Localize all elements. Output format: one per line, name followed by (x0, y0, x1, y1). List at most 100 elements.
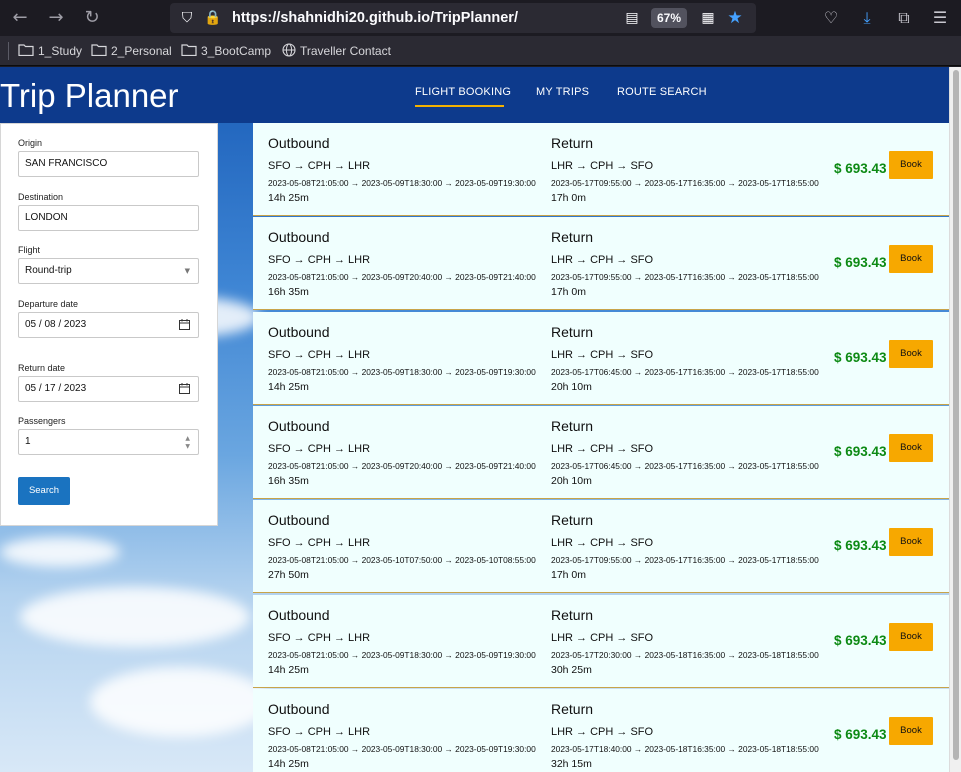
return-heading: Return (551, 606, 594, 623)
search-form: Origin SAN FRANCISCO Destination LONDON … (0, 123, 218, 526)
return-heading: Return (551, 135, 594, 151)
return-times: 2023-05-17T06:45:00 → 2023-05-17T16:35:0… (551, 460, 819, 471)
back-icon[interactable]: ← (8, 6, 32, 30)
book-button[interactable]: Book (889, 339, 933, 368)
outbound-route: SFO → CPH → LHR (268, 160, 371, 172)
return-duration: 17h 0m (551, 286, 587, 299)
return-heading: Return (551, 417, 594, 434)
calendar-icon[interactable] (179, 319, 190, 330)
return-route: LHR → CPH → SFO (551, 254, 654, 267)
cloud-decoration (20, 587, 250, 647)
stepper-arrows-icon[interactable]: ▲ ▼ (185, 435, 190, 451)
dropdown-caret-icon: ▼ (184, 267, 190, 275)
outbound-heading: Outbound (268, 323, 330, 340)
return-duration: 17h 0m (551, 569, 587, 582)
outbound-duration: 14h 25m (268, 192, 309, 204)
departure-date-value: 05 / 08 / 2023 (25, 319, 87, 330)
return-route: LHR → CPH → SFO (551, 725, 654, 738)
bookmark-folder-bootcamp[interactable]: 3_BootCamp (181, 42, 271, 60)
calendar-icon[interactable] (179, 383, 190, 394)
site-title[interactable]: Trip Planner (0, 77, 179, 115)
departure-date-input[interactable]: 05 / 08 / 2023 (18, 312, 199, 338)
nav-my-trips[interactable]: MY TRIPS (536, 86, 589, 98)
bookmarks-bar: 1_Study 2_Personal 3_BootCamp Traveller … (0, 36, 961, 66)
outbound-duration: 16h 35m (268, 286, 309, 299)
return-route: LHR → CPH → SFO (551, 160, 654, 172)
outbound-times: 2023-05-08T21:05:00 → 2023-05-10T07:50:0… (268, 555, 536, 566)
reload-icon[interactable]: ↻ (80, 6, 104, 30)
outbound-route: SFO → CPH → LHR (268, 631, 371, 644)
return-route: LHR → CPH → SFO (551, 631, 654, 644)
flight-result-card: Outbound SFO → CPH → LHR 2023-05-08T21:05:… (253, 311, 949, 405)
nav-route-search[interactable]: ROUTE SEARCH (617, 86, 707, 98)
book-button[interactable]: Book (889, 716, 933, 745)
lock-icon[interactable]: 🔒 (204, 9, 222, 27)
book-button[interactable]: Book (889, 622, 933, 651)
nav-flight-booking[interactable]: FLIGHT BOOKING (415, 86, 511, 98)
return-times: 2023-05-17T18:40:00 → 2023-05-18T16:35:0… (551, 743, 819, 754)
outbound-heading: Outbound (268, 606, 330, 623)
url-text[interactable]: https://shahnidhi20.github.io/TripPlanne… (232, 10, 518, 26)
outbound-times: 2023-05-08T21:05:00 → 2023-05-09T20:40:0… (268, 272, 536, 283)
bookmark-traveller-contact[interactable]: Traveller Contact (282, 42, 391, 60)
return-duration: 30h 25m (551, 663, 592, 676)
flight-result-card: Outbound SFO → CPH → LHR 2023-05-08T21:05:… (253, 217, 949, 311)
page-scrollbar[interactable] (949, 67, 961, 772)
cloud-decoration (0, 537, 120, 567)
origin-label: Origin (18, 138, 43, 148)
bookmark-folder-personal[interactable]: 2_Personal (91, 42, 172, 60)
return-times: 2023-05-17T09:55:00 → 2023-05-17T16:35:0… (551, 555, 819, 566)
scrollbar-thumb[interactable] (953, 70, 959, 760)
outbound-duration: 16h 35m (268, 474, 309, 487)
return-duration: 20h 10m (551, 474, 592, 487)
menu-icon[interactable]: ☰ (928, 6, 952, 30)
book-button[interactable]: Book (889, 245, 933, 274)
flight-result-card: Outbound SFO → CPH → LHR 2023-05-08T21:05:… (253, 500, 949, 594)
price-label: $ 693.43 (834, 538, 887, 554)
folder-icon (18, 44, 34, 56)
shield-icon[interactable]: ⛉ (178, 9, 196, 27)
outbound-times: 2023-05-08T21:05:00 → 2023-05-09T20:40:0… (268, 460, 536, 471)
price-label: $ 693.43 (834, 161, 887, 176)
passengers-stepper[interactable]: 1 ▲ ▼ (18, 429, 199, 455)
flight-result-card: Outbound SFO → CPH → LHR 2023-05-08T21:05:… (253, 594, 949, 688)
price-label: $ 693.43 (834, 443, 887, 459)
puzzle-icon[interactable]: ⧉ (892, 6, 916, 30)
outbound-route: SFO → CPH → LHR (268, 442, 371, 455)
bookmark-star-icon[interactable]: ★ (726, 9, 744, 27)
book-button[interactable]: Book (889, 528, 933, 557)
return-date-input[interactable]: 05 / 17 / 2023 (18, 376, 199, 402)
outbound-heading: Outbound (268, 512, 330, 529)
zoom-level[interactable]: 67% (651, 8, 687, 28)
book-button[interactable]: Book (889, 151, 933, 179)
cloud-decoration (90, 667, 270, 737)
outbound-heading: Outbound (268, 229, 330, 246)
return-date-label: Return date (18, 363, 66, 373)
pocket-icon[interactable]: ♡ (819, 6, 843, 30)
flight-results-list: Outbound SFO → CPH → LHR 2023-05-08T21:05:… (253, 123, 949, 772)
flight-type-select[interactable]: Round-trip ▼ (18, 258, 199, 284)
flight-result-card: Outbound SFO → CPH → LHR 2023-05-08T21:05:… (253, 405, 949, 499)
outbound-duration: 14h 25m (268, 380, 309, 393)
extensions-grid-icon[interactable]: ▦ (699, 9, 717, 27)
forward-icon[interactable]: → (44, 6, 68, 30)
url-bar[interactable]: ⛉ 🔒 https://shahnidhi20.github.io/TripPl… (170, 3, 756, 33)
origin-input[interactable]: SAN FRANCISCO (18, 151, 199, 177)
destination-input[interactable]: LONDON (18, 205, 199, 231)
flight-result-card: Outbound SFO → CPH → LHR 2023-05-08T21:05:… (253, 123, 949, 216)
download-icon[interactable]: ⤓ (855, 6, 879, 30)
return-times: 2023-05-17T20:30:00 → 2023-05-18T16:35:0… (551, 649, 819, 660)
departure-date-label: Departure date (18, 299, 79, 309)
return-route: LHR → CPH → SFO (551, 348, 654, 361)
outbound-route: SFO → CPH → LHR (268, 348, 371, 361)
page-viewport: Trip Planner FLIGHT BOOKING MY TRIPS ROU… (0, 67, 961, 772)
outbound-heading: Outbound (268, 417, 330, 434)
book-button[interactable]: Book (889, 433, 933, 462)
reader-view-icon[interactable]: ▤ (623, 9, 641, 27)
destination-label: Destination (18, 192, 64, 202)
search-button[interactable]: Search (18, 477, 70, 505)
bookmark-folder-study[interactable]: 1_Study (18, 42, 82, 60)
outbound-times: 2023-05-08T21:05:00 → 2023-05-09T18:30:0… (268, 366, 536, 377)
active-nav-indicator (415, 105, 504, 107)
return-duration: 20h 10m (551, 380, 592, 393)
